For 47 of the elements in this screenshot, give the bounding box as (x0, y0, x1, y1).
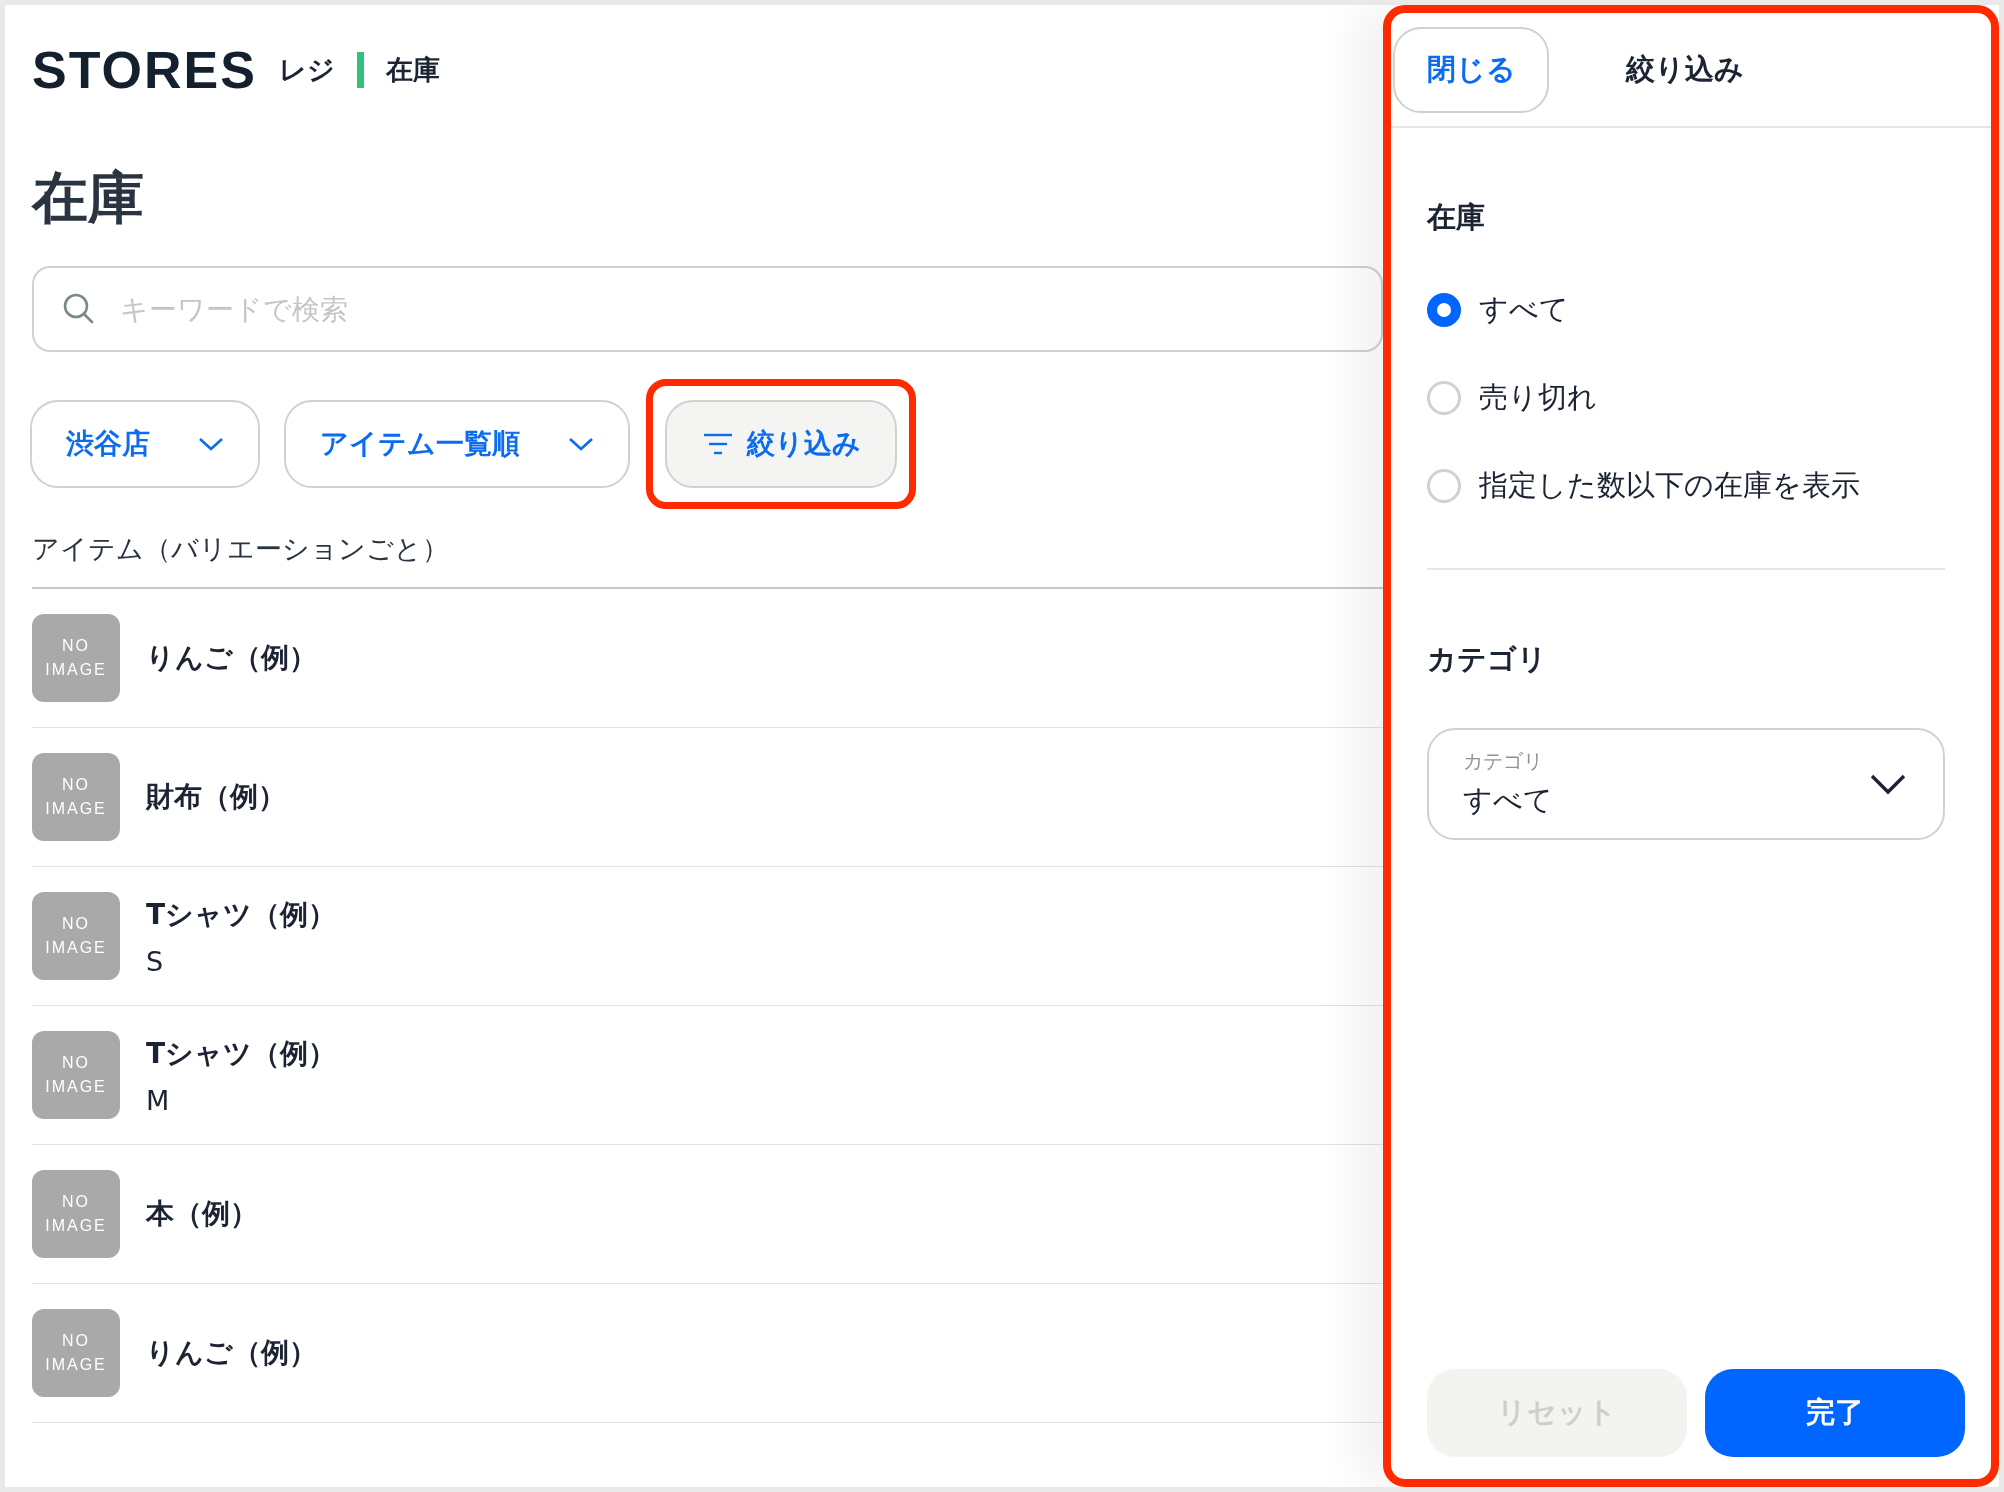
accent-bar (356, 52, 364, 88)
no-image-placeholder: NO IMAGE (32, 892, 120, 980)
filter-button[interactable]: 絞り込み (665, 400, 897, 488)
list-header: アイテム（バリエーションごと） (32, 509, 1383, 589)
item-name: りんご（例） (146, 1335, 317, 1371)
search-field[interactable]: キーワードで検索 (32, 266, 1383, 352)
done-button[interactable]: 完了 (1705, 1369, 1965, 1457)
close-button[interactable]: 閉じる (1393, 26, 1549, 113)
item-name: 財布（例） (146, 779, 286, 815)
no-image-placeholder: NO IMAGE (32, 614, 120, 702)
item-row[interactable]: NO IMAGE 財布（例） (32, 728, 1383, 867)
radio-label[interactable]: 指定した数以下の在庫を表示 (1479, 466, 1860, 506)
filter-icon (703, 433, 733, 455)
item-name: Tシャツ（例） (146, 896, 337, 933)
category-select[interactable]: カテゴリ すべて (1427, 728, 1945, 840)
dropdown-button[interactable]: 渋谷店 (30, 400, 260, 488)
item-name: 本（例） (146, 1196, 258, 1232)
product-name: レジ (278, 53, 335, 87)
dropdown-button[interactable]: アイテム一覧順 (284, 400, 630, 488)
section-heading: カテゴリ (1427, 641, 1548, 678)
radio-label[interactable]: 売り切れ (1479, 378, 1597, 418)
select-value: すべて (1463, 781, 1553, 819)
logo: STORES (32, 40, 257, 100)
item-name: Tシャツ（例） (146, 1035, 337, 1072)
panel-title: 絞り込み (1626, 50, 1744, 88)
page-title: 在庫 (32, 170, 144, 226)
no-image-placeholder: NO IMAGE (32, 753, 120, 841)
item-variant: M (146, 1084, 171, 1116)
chevron-down-icon (198, 436, 224, 452)
item-row[interactable]: NO IMAGE りんご（例） (32, 1284, 1383, 1423)
radio-label[interactable]: すべて (1479, 290, 1569, 330)
radio-button[interactable] (1427, 293, 1461, 327)
section-name: 在庫 (385, 53, 440, 87)
no-image-placeholder: NO IMAGE (32, 1031, 120, 1119)
item-row[interactable]: NO IMAGE りんご（例） (32, 589, 1383, 728)
no-image-placeholder: NO IMAGE (32, 1170, 120, 1258)
chevron-down-icon (568, 436, 594, 452)
item-row[interactable]: NO IMAGE Tシャツ（例） S (32, 867, 1383, 1006)
select-label: カテゴリ (1463, 747, 1544, 775)
item-name: りんご（例） (146, 640, 317, 676)
chevron-down-icon (1869, 773, 1907, 795)
section-heading: 在庫 (1427, 199, 1486, 236)
item-row[interactable]: NO IMAGE Tシャツ（例） M (32, 1006, 1383, 1145)
search-icon (62, 292, 96, 326)
item-variant: S (146, 945, 165, 977)
no-image-placeholder: NO IMAGE (32, 1309, 120, 1397)
item-row[interactable]: NO IMAGE 本（例） (32, 1145, 1383, 1284)
